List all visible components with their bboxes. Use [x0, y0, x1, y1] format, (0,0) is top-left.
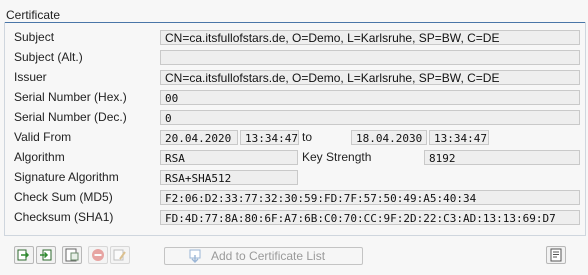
subject-label: Subject [14, 30, 55, 44]
import-button[interactable] [14, 246, 34, 264]
algorithm-label: Algorithm [14, 150, 65, 164]
subject-alt-field[interactable] [160, 50, 580, 65]
add-to-certificate-list-label: Add to Certificate List [211, 249, 326, 263]
checksum-sha1-field[interactable]: FD:4D:77:8A:80:6F:A7:6B:C0:70:CC:9F:2D:2… [160, 210, 580, 225]
valid-to-date-field[interactable]: 18.04.2030 [351, 130, 427, 145]
add-to-list-icon [189, 249, 203, 267]
valid-from-date-field[interactable]: 20.04.2020 [160, 130, 238, 145]
display-button[interactable] [62, 246, 82, 264]
checksum-md5-field[interactable]: F2:06:D2:33:77:32:30:59:FD:7F:57:50:49:A… [160, 190, 580, 205]
key-strength-label: Key Strength [302, 150, 372, 164]
export-button[interactable] [36, 246, 56, 264]
valid-to-time-field[interactable]: 13:34:47 [429, 130, 489, 145]
algorithm-field[interactable]: RSA [160, 150, 298, 165]
serial-dec-label: Serial Number (Dec.) [14, 110, 127, 124]
valid-from-label: Valid From [14, 130, 72, 144]
details-button[interactable] [546, 246, 566, 264]
edit-button[interactable] [110, 246, 130, 264]
serial-hex-field[interactable]: 00 [160, 90, 580, 105]
valid-from-time-field[interactable]: 13:34:47 [240, 130, 299, 145]
to-label: to [302, 130, 313, 144]
issuer-field[interactable]: CN=ca.itsfullofstars.de, O=Demo, L=Karls… [160, 70, 580, 85]
key-strength-field[interactable]: 8192 [424, 150, 580, 165]
serial-hex-label: Serial Number (Hex.) [14, 90, 127, 104]
group-title: Certificate [6, 8, 63, 22]
add-to-certificate-list-button[interactable]: Add to Certificate List [164, 247, 363, 265]
checksum-sha1-label: Checksum (SHA1) [14, 210, 114, 224]
subject-field[interactable]: CN=ca.itsfullofstars.de, O=Demo, L=Karls… [160, 30, 580, 45]
remove-button[interactable] [88, 246, 108, 264]
signature-algorithm-label: Signature Algorithm [14, 170, 119, 184]
certificate-panel: Certificate Subject CN=ca.itsfullofstars… [0, 0, 588, 275]
signature-algorithm-field[interactable]: RSA+SHA512 [160, 170, 298, 185]
serial-dec-field[interactable]: 0 [160, 110, 580, 125]
subject-alt-label: Subject (Alt.) [14, 50, 83, 64]
issuer-label: Issuer [14, 70, 47, 84]
checksum-md5-label: Check Sum (MD5) [14, 190, 113, 204]
